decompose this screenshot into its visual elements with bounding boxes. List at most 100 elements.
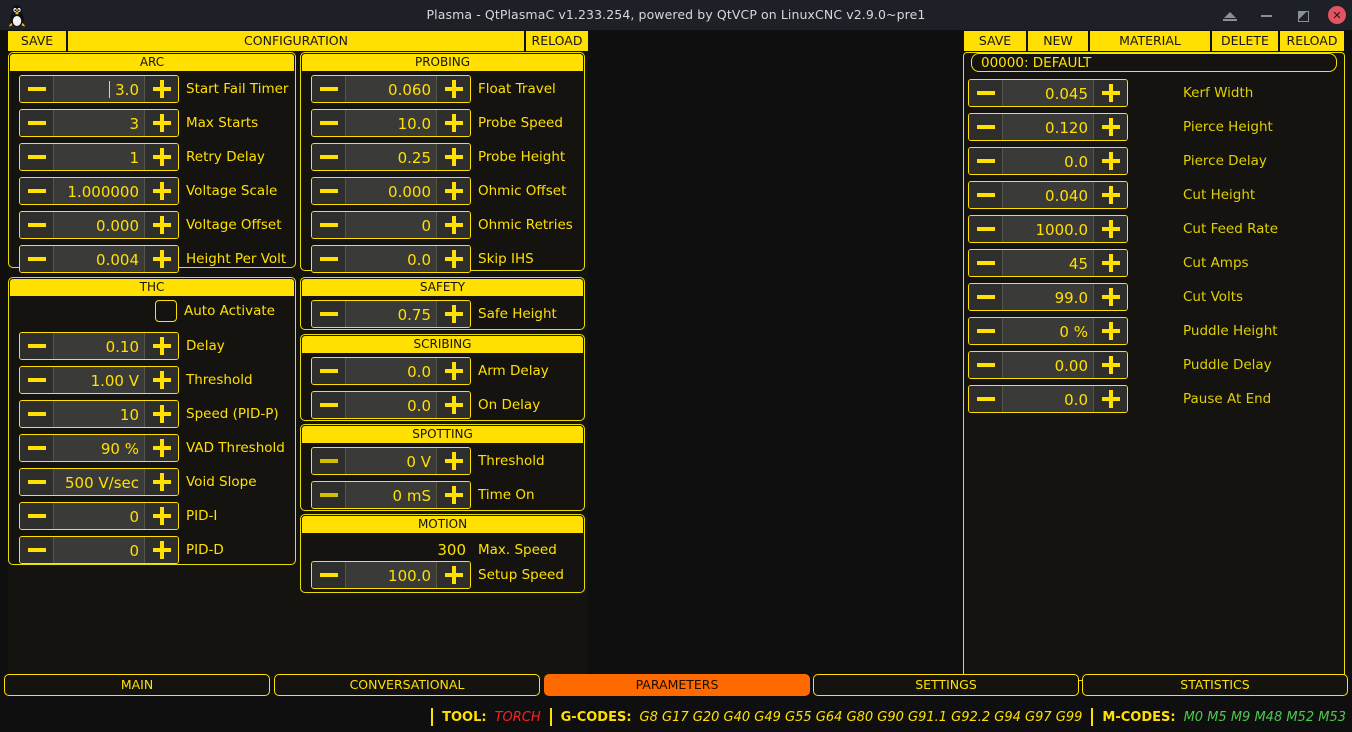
spinbox-voltage-scale[interactable]: 1.000000	[19, 177, 179, 205]
close-icon[interactable]: ✕	[1328, 6, 1346, 24]
decrement-button[interactable]	[312, 178, 346, 204]
increment-button[interactable]	[1093, 148, 1127, 174]
decrement-button[interactable]	[20, 503, 54, 529]
value-text[interactable]: 3	[54, 110, 144, 136]
value-text[interactable]: 0.000	[54, 212, 144, 238]
spinbox-height-per-volt[interactable]: 0.004	[19, 245, 179, 273]
increment-button[interactable]	[436, 144, 470, 170]
increment-button[interactable]	[144, 144, 178, 170]
value-text[interactable]: 1.000000	[54, 178, 144, 204]
decrement-button[interactable]	[20, 469, 54, 495]
increment-button[interactable]	[144, 503, 178, 529]
value-text[interactable]: 500 V/sec	[54, 469, 144, 495]
value-text[interactable]: 0 V	[346, 448, 436, 474]
increment-button[interactable]	[1093, 114, 1127, 140]
increment-button[interactable]	[144, 178, 178, 204]
increment-button[interactable]	[144, 469, 178, 495]
increment-button[interactable]	[144, 367, 178, 393]
spinbox-pierce-delay[interactable]: 0.0	[968, 147, 1128, 175]
value-text[interactable]: 0.000	[346, 178, 436, 204]
tab-conversational[interactable]: CONVERSATIONAL	[274, 674, 540, 696]
value-text[interactable]: 10	[54, 401, 144, 427]
config-reload-button[interactable]: RELOAD	[524, 31, 588, 51]
increment-button[interactable]	[1093, 352, 1127, 378]
value-text[interactable]: 45	[1003, 250, 1093, 276]
spinbox-cut-volts[interactable]: 99.0	[968, 283, 1128, 311]
tab-main[interactable]: MAIN	[4, 674, 270, 696]
spinbox-skip-ihs[interactable]: 0.0	[311, 245, 471, 273]
value-text[interactable]: 1.00 V	[54, 367, 144, 393]
spinbox-max-starts[interactable]: 3	[19, 109, 179, 137]
increment-button[interactable]	[436, 482, 470, 508]
material-save-button[interactable]: SAVE	[964, 31, 1026, 51]
material-delete-button[interactable]: DELETE	[1210, 31, 1278, 51]
decrement-button[interactable]	[969, 318, 1003, 344]
spinbox-cut-feed-rate[interactable]: 1000.0	[968, 215, 1128, 243]
value-text[interactable]: 0	[54, 537, 144, 563]
increment-button[interactable]	[436, 246, 470, 272]
spinbox-retry-delay[interactable]: 1	[19, 143, 179, 171]
decrement-button[interactable]	[20, 333, 54, 359]
decrement-button[interactable]	[312, 392, 346, 418]
decrement-button[interactable]	[312, 212, 346, 238]
spinbox-spotting-threshold[interactable]: 0 V	[311, 447, 471, 475]
increment-button[interactable]	[1093, 284, 1127, 310]
maximize-icon[interactable]	[1292, 5, 1312, 25]
increment-button[interactable]	[436, 76, 470, 102]
increment-button[interactable]	[144, 537, 178, 563]
decrement-button[interactable]	[20, 401, 54, 427]
value-text[interactable]: 0.75	[346, 301, 436, 327]
material-select[interactable]: 00000: DEFAULT	[971, 53, 1337, 72]
decrement-button[interactable]	[312, 482, 346, 508]
increment-button[interactable]	[144, 401, 178, 427]
decrement-button[interactable]	[20, 212, 54, 238]
spinbox-start-fail-timer[interactable]: 3.0	[19, 75, 179, 103]
decrement-button[interactable]	[20, 76, 54, 102]
spinbox-ohmic-retries[interactable]: 0	[311, 211, 471, 239]
spinbox-thc-threshold[interactable]: 1.00 V	[19, 366, 179, 394]
value-text[interactable]: 0 mS	[346, 482, 436, 508]
decrement-button[interactable]	[20, 178, 54, 204]
decrement-button[interactable]	[969, 216, 1003, 242]
decrement-button[interactable]	[969, 386, 1003, 412]
increment-button[interactable]	[1093, 216, 1127, 242]
increment-button[interactable]	[1093, 318, 1127, 344]
value-text[interactable]: 0.00	[1003, 352, 1093, 378]
value-text[interactable]: 0.0	[346, 246, 436, 272]
decrement-button[interactable]	[969, 114, 1003, 140]
value-text[interactable]: 0.0	[1003, 148, 1093, 174]
value-text[interactable]: 0.10	[54, 333, 144, 359]
decrement-button[interactable]	[312, 301, 346, 327]
increment-button[interactable]	[436, 212, 470, 238]
spinbox-cut-amps[interactable]: 45	[968, 249, 1128, 277]
increment-button[interactable]	[1093, 182, 1127, 208]
decrement-button[interactable]	[20, 246, 54, 272]
decrement-button[interactable]	[312, 246, 346, 272]
decrement-button[interactable]	[969, 148, 1003, 174]
spinbox-arm-delay[interactable]: 0.0	[311, 357, 471, 385]
value-text[interactable]: 0 %	[1003, 318, 1093, 344]
spinbox-puddle-delay[interactable]: 0.00	[968, 351, 1128, 379]
minimize-icon[interactable]	[1256, 5, 1276, 25]
increment-button[interactable]	[144, 76, 178, 102]
increment-button[interactable]	[436, 301, 470, 327]
value-text[interactable]: 0.0	[1003, 386, 1093, 412]
value-text[interactable]: 0	[346, 212, 436, 238]
config-save-button[interactable]: SAVE	[8, 31, 66, 51]
spinbox-pause-at-end[interactable]: 0.0	[968, 385, 1128, 413]
decrement-button[interactable]	[312, 358, 346, 384]
decrement-button[interactable]	[969, 250, 1003, 276]
material-reload-button[interactable]: RELOAD	[1278, 31, 1344, 51]
increment-button[interactable]	[436, 358, 470, 384]
spinbox-setup-speed[interactable]: 100.0	[311, 561, 471, 589]
spinbox-void-slope[interactable]: 500 V/sec	[19, 468, 179, 496]
increment-button[interactable]	[436, 448, 470, 474]
value-text[interactable]: 0.004	[54, 246, 144, 272]
increment-button[interactable]	[144, 212, 178, 238]
decrement-button[interactable]	[312, 562, 346, 588]
decrement-button[interactable]	[969, 284, 1003, 310]
value-text[interactable]: 0.120	[1003, 114, 1093, 140]
decrement-button[interactable]	[312, 110, 346, 136]
spinbox-float-travel[interactable]: 0.060	[311, 75, 471, 103]
decrement-button[interactable]	[969, 182, 1003, 208]
